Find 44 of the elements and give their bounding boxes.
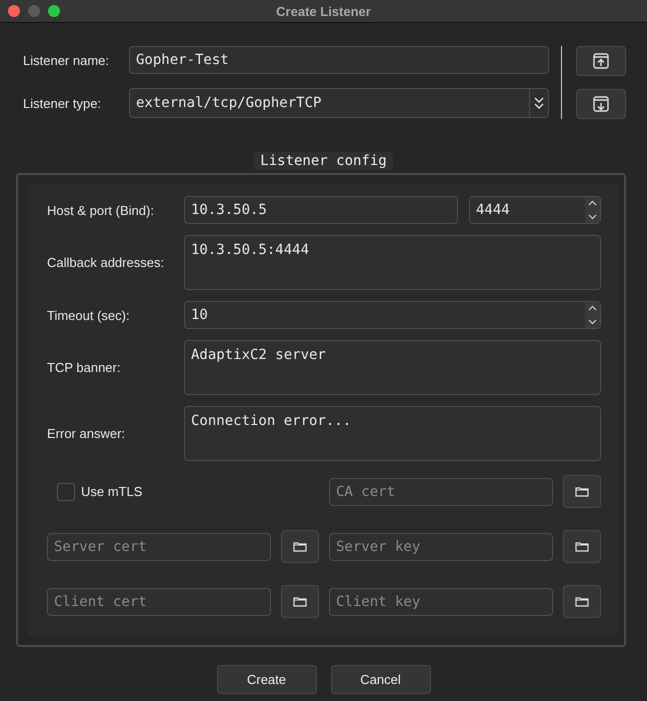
- checkbox-label: Use mTLS: [81, 484, 142, 499]
- upload-icon: [592, 52, 610, 70]
- download-button[interactable]: [576, 89, 626, 119]
- spin-arrows-icon: [585, 197, 600, 223]
- folder-icon: [293, 541, 307, 552]
- field-label: Timeout (sec):: [47, 308, 131, 322]
- field-label: Listener name:: [23, 52, 110, 68]
- file-path-field[interactable]: Client cert: [47, 588, 271, 616]
- create-button[interactable]: Create: [216, 665, 316, 694]
- folder-icon: [293, 596, 307, 607]
- text-area[interactable]: 10.3.50.5:4444: [184, 235, 601, 290]
- browse-button[interactable]: [563, 530, 601, 563]
- folder-icon: [575, 541, 589, 552]
- file-path-field[interactable]: Server key: [329, 532, 553, 560]
- file-path-field[interactable]: Server cert: [47, 532, 271, 560]
- download-icon: [592, 95, 610, 113]
- type-dropdown[interactable]: external/tcp/GopherTCP: [129, 88, 549, 118]
- field-label: Host & port (Bind):: [47, 202, 155, 218]
- file-path-field[interactable]: Client key: [329, 588, 553, 616]
- timeout-spinbox[interactable]: 10: [184, 301, 601, 329]
- field-label: Callback addresses:: [47, 255, 166, 270]
- close-button[interactable]: [8, 5, 20, 17]
- browse-button[interactable]: [563, 585, 601, 618]
- cancel-button[interactable]: Cancel: [330, 665, 430, 694]
- spin-arrows-icon: [585, 302, 600, 328]
- folder-icon: [575, 596, 589, 607]
- browse-button[interactable]: [563, 475, 601, 508]
- name-field[interactable]: Gopher-Test: [129, 46, 549, 74]
- host-field[interactable]: 10.3.50.5: [184, 196, 458, 224]
- browse-button[interactable]: [281, 585, 319, 618]
- field-label: TCP banner:: [47, 360, 122, 375]
- text-area[interactable]: Connection error...: [184, 406, 601, 461]
- window-title: Create Listener: [276, 4, 371, 18]
- file-path-field[interactable]: CA cert: [329, 478, 553, 506]
- folder-icon: [575, 486, 589, 497]
- upload-button[interactable]: [576, 46, 626, 76]
- browse-button[interactable]: [281, 530, 319, 563]
- zoom-button[interactable]: [48, 5, 60, 17]
- text-area[interactable]: AdaptixC2 server: [184, 340, 601, 395]
- mtls-checkbox[interactable]: [57, 482, 75, 500]
- field-label: Error answer:: [47, 426, 126, 441]
- port-spinbox[interactable]: 4444: [469, 196, 601, 224]
- group-title: Listener config: [254, 152, 393, 170]
- field-label: Listener type:: [23, 96, 102, 110]
